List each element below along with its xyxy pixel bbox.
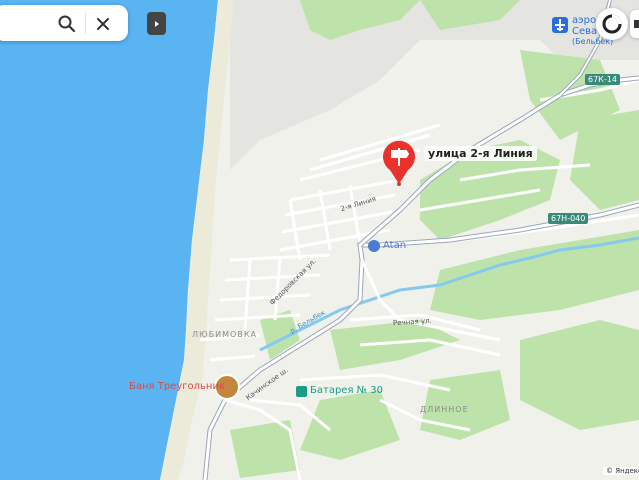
layers-button[interactable] — [630, 10, 639, 38]
close-icon — [97, 18, 109, 30]
panel-toggle-button[interactable] — [147, 12, 166, 35]
battery-label[interactable]: Батарея № 30 — [310, 385, 383, 396]
layers-icon — [634, 20, 639, 28]
dlinnoe-label: ДЛИННОЕ — [420, 405, 469, 414]
map-canvas[interactable] — [0, 0, 639, 480]
road-number-67k14: 67К-14 — [585, 74, 620, 85]
road-number-67n040: 67Н-040 — [548, 213, 589, 224]
search-panel — [0, 5, 128, 41]
fuel-station-icon[interactable] — [368, 240, 380, 252]
search-icon — [58, 15, 76, 33]
lyubimovka-label: ЛЮБИМОВКА — [192, 330, 257, 339]
clear-search-button[interactable] — [92, 13, 114, 35]
pin-label: улица 2-я Линия — [424, 146, 537, 161]
atan-label[interactable]: Atan — [383, 240, 406, 251]
museum-icon[interactable] — [296, 386, 307, 397]
location-button[interactable] — [596, 8, 628, 40]
copyright-label[interactable]: © Яндекс — [603, 467, 639, 475]
search-separator — [85, 12, 86, 34]
banya-label[interactable]: Баня Треугольник — [129, 381, 225, 392]
airport-label-line2[interactable]: Сева — [572, 26, 597, 37]
compass-icon — [602, 14, 622, 34]
search-button[interactable] — [56, 13, 78, 35]
airport-icon[interactable] — [552, 17, 568, 33]
triangle-right-icon — [154, 20, 159, 27]
